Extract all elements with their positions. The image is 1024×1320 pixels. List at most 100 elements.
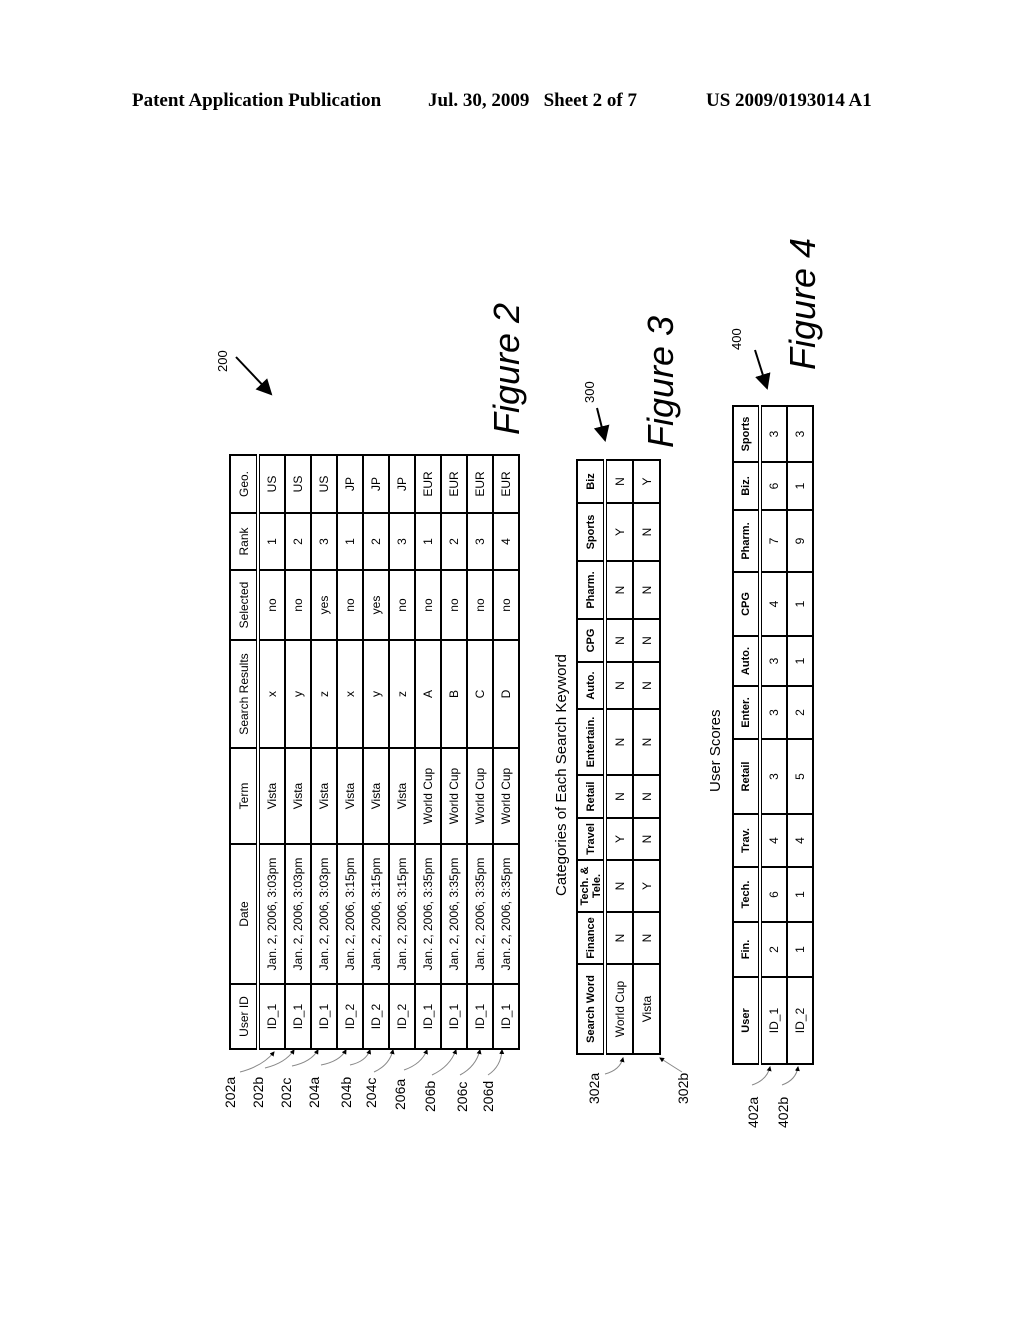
column-header-term: Term: [230, 748, 258, 844]
column-header-retail: Retail: [733, 739, 760, 814]
cell-auto: 1: [787, 636, 813, 686]
column-header-enter: Enter.: [733, 686, 760, 739]
figure-2-title: Figure 2: [486, 302, 527, 435]
table-row: ID_1 Jan. 2, 2006, 3:35pm World Cup Ano 1 EUR: [415, 455, 441, 1049]
column-header-sports: Sports: [577, 503, 605, 561]
cell-rank: 3: [311, 513, 337, 570]
table-row: World Cup N N Y N N N N N Y N: [605, 460, 633, 1054]
table-row: ID_2 Jan. 2, 2006, 3:15pm Vista y yes 2 JP: [363, 455, 389, 1049]
cell-user-id: ID_2: [363, 984, 389, 1049]
cell-date: Jan. 2, 2006, 3:03pm: [285, 844, 311, 984]
cell-entertain: N: [605, 709, 633, 775]
cell-rank: 1: [258, 513, 285, 570]
cell-biz: N: [605, 460, 633, 503]
cell-search-results: x: [258, 640, 285, 748]
cell-user-id: ID_1: [415, 984, 441, 1049]
row-reference-label: 206d: [480, 1080, 496, 1112]
cell-date: Jan. 2, 2006, 3:03pm: [258, 844, 285, 984]
reference-leader-line: [403, 1049, 428, 1071]
cell-date: Jan. 2, 2006, 3:35pm: [415, 844, 441, 984]
cell-user-id: ID_1: [467, 984, 493, 1049]
cell-user: ID_1: [760, 977, 787, 1064]
cell-auto: 3: [760, 636, 787, 686]
figure-4-ref-number: 400: [729, 328, 744, 350]
column-header-selected: Selected: [230, 570, 258, 640]
cell-term: World Cup: [415, 748, 441, 844]
reference-leader-line: [239, 1051, 275, 1073]
table-row: ID_2 Jan. 2, 2006, 3:15pm Vista z no 3 JP: [389, 455, 415, 1049]
cell-enter: 2: [787, 686, 813, 739]
cell-rank: 2: [441, 513, 467, 570]
cell-term: Vista: [258, 748, 285, 844]
table-row: ID_1 Jan. 2, 2006, 3:03pm Vista x no 1 US: [258, 455, 285, 1049]
column-header-auto: Auto.: [733, 636, 760, 686]
figure-3-ref-number: 300: [582, 381, 597, 403]
figure-4-ref-arrow: [754, 349, 771, 390]
cell-tech-tele: N: [605, 860, 633, 912]
column-header-tech-tele: Tech. & Tele.: [577, 860, 605, 912]
cell-pharm: 9: [787, 510, 813, 572]
cell-search-results: B: [441, 640, 467, 748]
column-header-pharm: Pharm.: [577, 561, 605, 619]
cell-rank: 3: [467, 513, 493, 570]
cell-user-id: ID_1: [285, 984, 311, 1049]
cell-selected: no: [389, 570, 415, 640]
cell-trav: 4: [787, 814, 813, 867]
cell-user-id: ID_1: [311, 984, 337, 1049]
reference-leader-line: [604, 1057, 625, 1075]
cell-sports: N: [633, 503, 660, 561]
table-row: Vista N Y N N N N N N N Y: [633, 460, 660, 1054]
publication-type: Patent Application Publication: [132, 90, 382, 111]
figure-3-table-container: Search Word Finance Tech. & Tele. Travel Ret…: [576, 460, 661, 1055]
column-header-entertain: Entertain.: [577, 709, 605, 775]
reference-leader-line: [373, 1049, 395, 1073]
cell-cpg: N: [605, 619, 633, 662]
cell-search-results: z: [311, 640, 337, 748]
column-header-cpg: CPG: [733, 572, 760, 636]
column-header-trav: Trav.: [733, 814, 760, 867]
cell-search-results: z: [389, 640, 415, 748]
cell-geo: JP: [363, 455, 389, 513]
cell-rank: 2: [285, 513, 311, 570]
reference-leader-line: [459, 1049, 482, 1076]
column-header-fin: Fin.: [733, 922, 760, 977]
cell-biz: Y: [633, 460, 660, 503]
row-reference-label: 204a: [306, 1076, 322, 1108]
table-row: ID_2 1 1 4 5 2 1 1 9 1 3: [787, 406, 813, 1064]
row-reference-label: 402a: [745, 1096, 761, 1128]
table-row: ID_1 Jan. 2, 2006, 3:03pm Vista y no 2 US: [285, 455, 311, 1049]
cell-tech: 1: [787, 867, 813, 922]
cell-selected: no: [285, 570, 311, 640]
cell-selected: yes: [363, 570, 389, 640]
cell-date: Jan. 2, 2006, 3:35pm: [441, 844, 467, 984]
cell-geo: US: [311, 455, 337, 513]
publication-date-sheet: Jul. 30, 2009 Sheet 2 of 7: [428, 90, 637, 111]
reference-leader-line: [751, 1066, 772, 1086]
cell-travel: N: [633, 818, 660, 860]
cell-cpg: 1: [787, 572, 813, 636]
cell-search-word: World Cup: [605, 964, 633, 1054]
cell-date: Jan. 2, 2006, 3:35pm: [493, 844, 519, 984]
row-reference-label: 206c: [454, 1081, 470, 1112]
table-row: ID_1 Jan. 2, 2006, 3:35pm World Cup Cno 3 EUR: [467, 455, 493, 1049]
reference-leader-line: [291, 1049, 319, 1067]
reference-leader-line: [264, 1049, 295, 1069]
cell-retail: N: [605, 775, 633, 818]
cell-user-id: ID_1: [493, 984, 519, 1049]
row-reference-label: 206a: [392, 1078, 408, 1110]
column-header-user: User: [733, 977, 760, 1064]
cell-rank: 1: [337, 513, 363, 570]
cell-fin: 2: [760, 922, 787, 977]
cell-sports: Y: [605, 503, 633, 561]
cell-date: Jan. 2, 2006, 3:35pm: [467, 844, 493, 984]
cell-search-results: x: [337, 640, 363, 748]
column-header-rank: Rank: [230, 513, 258, 570]
table-row: ID_1 Jan. 2, 2006, 3:35pm World Cup Dno 4 EUR: [493, 455, 519, 1049]
cell-enter: 3: [760, 686, 787, 739]
table-row: ID_1 Jan. 2, 2006, 3:35pm World Cup Bno 2 EUR: [441, 455, 467, 1049]
figure-4-caption: User Scores: [707, 709, 724, 792]
figure-3-caption: Categories of Each Search Keyword: [553, 654, 570, 896]
figure-2-ref-arrow: [235, 356, 273, 396]
cell-date: Jan. 2, 2006, 3:03pm: [311, 844, 337, 984]
figure-2-table-container: User ID Date Term Search Results Selected Ran…: [229, 455, 520, 1050]
